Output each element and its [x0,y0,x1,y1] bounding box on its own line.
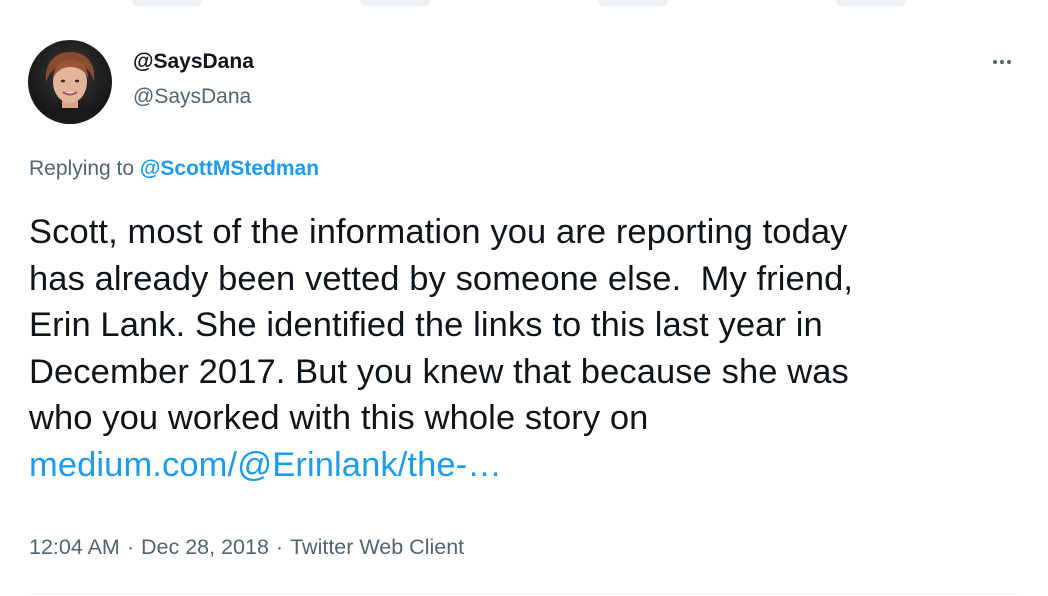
tweet-text-line: has already been vetted by someone else.… [29,259,854,298]
meta-separator: · [126,535,135,559]
more-dot [1007,60,1011,64]
tweet-date[interactable]: Dec 28, 2018 [141,535,269,559]
meta-separator: · [275,535,284,559]
reply-target-link[interactable]: @ScottMStedman [140,157,319,180]
more-dot [1000,60,1004,64]
tweet-time[interactable]: 12:04 AM [29,535,120,559]
avatar[interactable] [28,40,112,124]
tweet-text-line: Scott, most of the information you are r… [29,213,848,251]
tweet-link[interactable]: medium.com/@Erinlank/the-… [29,442,1019,489]
author-display-name[interactable]: @SaysDana [133,50,254,74]
profile-photo-icon [28,40,112,124]
tweet-source[interactable]: Twitter Web Client [290,535,464,559]
tweet-detail: @SaysDana @SaysDana Replying to @ScottMS… [0,0,1048,596]
more-dot [993,60,997,64]
replying-to: Replying to @ScottMStedman [29,157,319,181]
tweet-text-line: Erin Lank. She identified the links to t… [29,306,823,344]
author-handle[interactable]: @SaysDana [133,85,251,109]
tweet-text-line: who you worked with this whole story on [29,399,649,437]
replying-to-label: Replying to [29,157,140,180]
previous-tweet-actions-remnant [0,0,1048,12]
divider [29,593,1019,594]
more-options-icon[interactable] [982,48,1022,76]
tweet-text-line: December 2017. But you knew that because… [29,352,849,391]
tweet-text: Scott, most of the information you are r… [29,209,1019,488]
tweet-metadata: 12:04 AM · Dec 28, 2018 · Twitter Web Client [29,535,464,560]
